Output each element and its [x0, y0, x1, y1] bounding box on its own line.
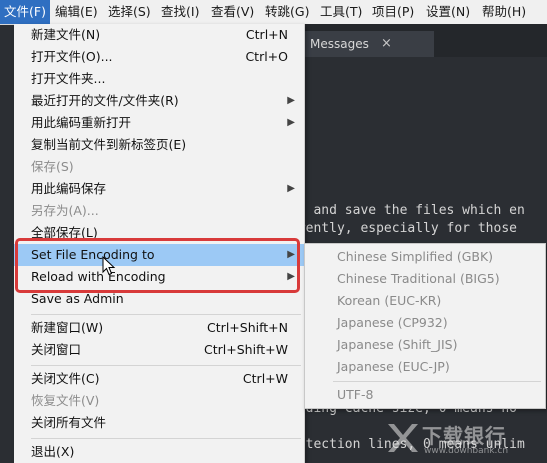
menu-item-open-file[interactable]: 打开文件(O)... Ctrl+O [14, 46, 304, 68]
encoding-label: Japanese (CP932) [337, 315, 448, 330]
shortcut-label: Ctrl+W [242, 371, 288, 386]
menu-item-restore-file[interactable]: 恢复文件(V) [14, 390, 304, 412]
encoding-label: Korean (EUC-KR) [337, 293, 442, 308]
chevron-right-icon: ▶ [287, 95, 295, 106]
tab-edge [403, 31, 429, 57]
menu-bar: 文件(F) 编辑(E) 选择(S) 查找(I) 查看(V) 转跳(G) 工具(T… [0, 0, 547, 25]
menu-item-label: 退出(X) [31, 444, 75, 459]
tab-bar: Messages × [290, 24, 547, 57]
shortcut-label: Ctrl+N [245, 27, 288, 42]
menu-item-label: 用此编码保存 [31, 181, 107, 196]
watermark-title: 下载银行 [422, 424, 506, 448]
shortcut-label: Ctrl+Shift+N [207, 320, 288, 335]
watermark-subtitle: www.downbank.cn [424, 446, 509, 456]
menu-item-label: 新建文件(N) [31, 27, 101, 42]
encoding-option-euc-kr[interactable]: Korean (EUC-KR) [305, 290, 545, 312]
encoding-option-big5[interactable]: Chinese Traditional (BIG5) [305, 268, 545, 290]
menu-item-label: 关闭窗口 [31, 342, 82, 357]
mouse-cursor-icon [102, 256, 116, 276]
encoding-option-utf8[interactable]: UTF-8 [305, 384, 545, 406]
encoding-submenu: Chinese Simplified (GBK) Chinese Traditi… [304, 243, 546, 409]
watermark-logo-icon [388, 424, 418, 452]
menu-item-exit[interactable]: 退出(X) [14, 441, 304, 463]
menu-item-label: 打开文件(O)... [31, 49, 113, 64]
menu-item-label: 最近打开的文件/文件夹(R) [31, 93, 179, 108]
menu-item-reopen-encoding[interactable]: 用此编码重新打开 ▶ [14, 112, 304, 134]
menu-help[interactable]: 帮助(H) [478, 0, 530, 24]
menu-item-save[interactable]: 保存(S) [14, 156, 304, 178]
menu-item-label: 用此编码重新打开 [31, 115, 132, 130]
code-line: rrently, especially for those [290, 221, 517, 236]
code-line: it and save the files which en [290, 203, 525, 218]
menu-item-label: 打开文件夹... [31, 71, 106, 86]
encoding-option-euc-jp[interactable]: Japanese (EUC-JP) [305, 356, 545, 378]
chevron-right-icon: ▶ [287, 117, 295, 128]
menu-item-label: 关闭文件(C) [31, 371, 100, 386]
menu-view[interactable]: 查看(V) [207, 0, 258, 24]
shortcut-label: Ctrl+O [245, 49, 288, 64]
encoding-option-cp932[interactable]: Japanese (CP932) [305, 312, 545, 334]
menu-item-close-all[interactable]: 关闭所有文件 [14, 412, 304, 434]
menu-item-label: 新建窗口(W) [31, 320, 104, 335]
menu-find[interactable]: 查找(I) [157, 0, 203, 24]
menu-item-duplicate-tab[interactable]: 复制当前文件到新标签页(E) [14, 134, 304, 156]
encoding-label: Chinese Traditional (BIG5) [337, 271, 500, 286]
menu-item-close-window[interactable]: 关闭窗口 Ctrl+Shift+W [14, 339, 304, 361]
watermark: 下载银行 www.downbank.cn [380, 418, 545, 462]
encoding-label: Japanese (Shift_JIS) [337, 337, 458, 352]
close-icon[interactable]: × [381, 31, 392, 57]
menu-item-save-as[interactable]: 另存为(A)... [14, 200, 304, 222]
menu-file[interactable]: 文件(F) [0, 0, 50, 24]
encoding-option-shift-jis[interactable]: Japanese (Shift_JIS) [305, 334, 545, 356]
menu-item-recent[interactable]: 最近打开的文件/文件夹(R) ▶ [14, 90, 304, 112]
encoding-option-gbk[interactable]: Chinese Simplified (GBK) [305, 246, 545, 268]
menu-settings[interactable]: 设置(N) [422, 0, 474, 24]
menu-select[interactable]: 选择(S) [104, 0, 155, 24]
encoding-label: UTF-8 [337, 387, 374, 402]
menu-separator [31, 365, 301, 366]
menu-separator [31, 438, 301, 439]
menu-item-open-folder[interactable]: 打开文件夹... [14, 68, 304, 90]
menu-item-save-encoding[interactable]: 用此编码保存 ▶ [14, 178, 304, 200]
chevron-right-icon: ▶ [287, 183, 295, 194]
menu-item-close-file[interactable]: 关闭文件(C) Ctrl+W [14, 368, 304, 390]
menu-edit[interactable]: 编辑(E) [51, 0, 102, 24]
menu-tools[interactable]: 工具(T) [316, 0, 366, 24]
encoding-label: Japanese (EUC-JP) [337, 359, 450, 374]
menu-project[interactable]: 项目(P) [368, 0, 418, 24]
shortcut-label: Ctrl+Shift+W [204, 342, 288, 357]
menu-item-label: 恢复文件(V) [31, 393, 100, 408]
annotation-highlight-box [15, 238, 300, 293]
submenu-separator [333, 381, 541, 382]
menu-item-new-window[interactable]: 新建窗口(W) Ctrl+Shift+N [14, 317, 304, 339]
menu-item-label: 复制当前文件到新标签页(E) [31, 137, 187, 152]
menu-item-new-file[interactable]: 新建文件(N) Ctrl+N [14, 24, 304, 46]
menu-item-label: 关闭所有文件 [31, 415, 107, 430]
menu-item-label: 另存为(A)... [31, 203, 99, 218]
menu-item-label: 保存(S) [31, 159, 74, 174]
menu-goto[interactable]: 转跳(G) [261, 0, 313, 24]
tab-label: Messages [310, 37, 369, 51]
encoding-label: Chinese Simplified (GBK) [337, 249, 494, 264]
menu-separator [31, 314, 301, 315]
